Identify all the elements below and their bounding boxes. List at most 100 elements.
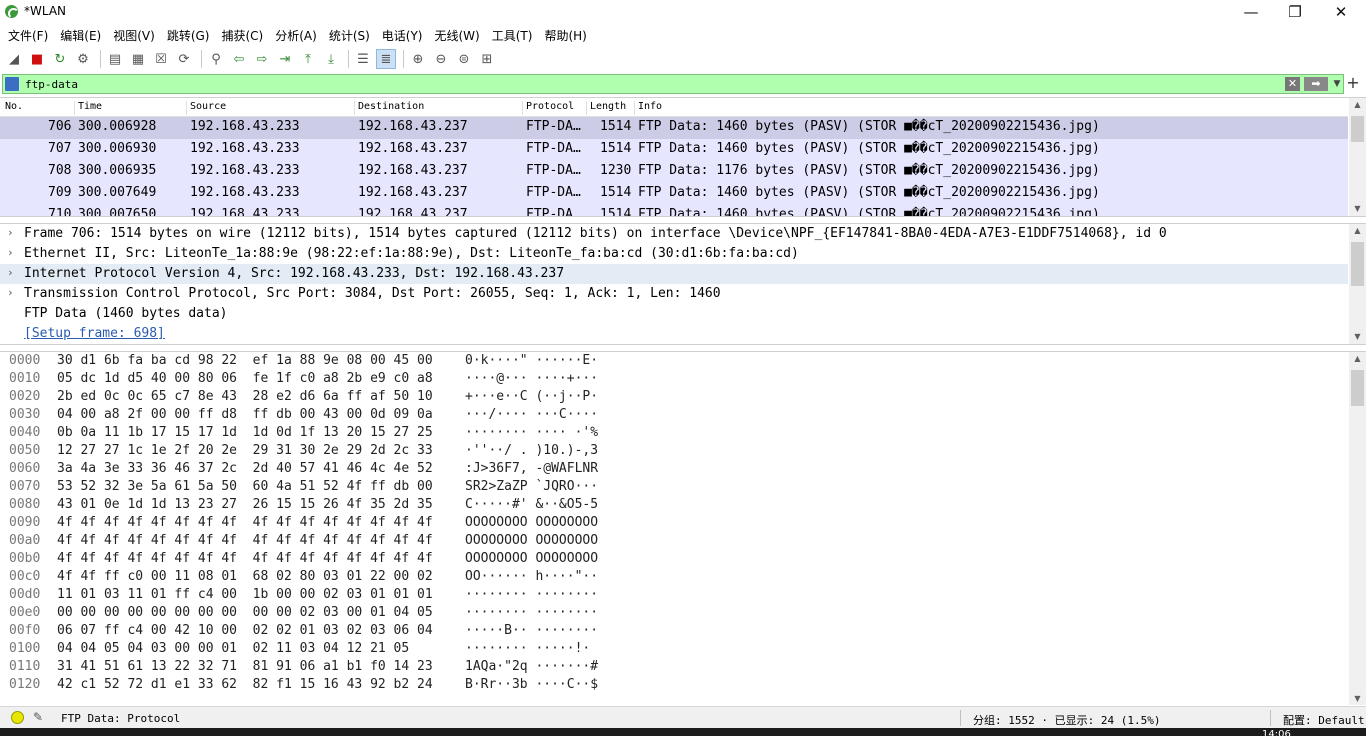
packet-row[interactable]: 710 300.007650 192.168.43.233 192.168.43.23…: [0, 205, 1348, 216]
hex-bytes[interactable]: 04 04 05 04 03 00 00 01 02 11 03 04 12 2…: [57, 641, 409, 656]
ascii-bytes[interactable]: ········ ···· ·'%: [465, 425, 598, 440]
hex-offset[interactable]: 0080: [9, 497, 40, 512]
hex-bytes[interactable]: 12 27 27 1c 1e 2f 20 2e 29 31 30 2e 29 2…: [57, 443, 433, 458]
ascii-bytes[interactable]: ········ ········: [465, 605, 598, 620]
hex-offset[interactable]: 00f0: [9, 623, 40, 638]
ascii-bytes[interactable]: +···e··C (··j··P·: [465, 389, 598, 404]
reload-icon[interactable]: ⟳: [174, 49, 194, 69]
expert-info-icon[interactable]: [11, 711, 24, 724]
expand-chevron-icon[interactable]: ›: [7, 246, 14, 259]
zoom-out-icon[interactable]: ⊖: [431, 49, 451, 69]
ascii-bytes[interactable]: ········ ·····!·: [465, 641, 590, 656]
detail-tree-row[interactable]: FTP Data (1460 bytes data): [0, 304, 1348, 324]
hex-offset[interactable]: 00b0: [9, 551, 40, 566]
maximize-button[interactable]: ❐: [1272, 0, 1318, 24]
ascii-bytes[interactable]: C·····#' &··&O5-5: [465, 497, 598, 512]
detail-tree-row[interactable]: › Transmission Control Protocol, Src Port…: [0, 284, 1348, 304]
capture-comment-icon[interactable]: ✎: [33, 710, 47, 724]
zoom-in-icon[interactable]: ⊕: [408, 49, 428, 69]
status-profile[interactable]: 配置: Default: [1283, 712, 1365, 728]
ascii-bytes[interactable]: ····@··· ····+···: [465, 371, 598, 386]
hex-offset[interactable]: 0110: [9, 659, 40, 674]
hex-bytes[interactable]: 0b 0a 11 1b 17 15 17 1d 1d 0d 1f 13 20 1…: [57, 425, 433, 440]
ascii-bytes[interactable]: 1AQa·"2q ·······#: [465, 659, 598, 674]
ascii-bytes[interactable]: B·Rr··3b ····C··$: [465, 677, 598, 692]
ascii-bytes[interactable]: ·''··/ . )10.)-,3: [465, 443, 598, 458]
packet-list-scrollbar[interactable]: ▲ ▼: [1349, 98, 1366, 216]
column-header-info[interactable]: Info: [634, 101, 662, 115]
column-header-source[interactable]: Source: [186, 101, 226, 115]
hex-bytes[interactable]: 05 dc 1d d5 40 00 80 06 fe 1f c0 a8 2b e…: [57, 371, 433, 386]
ascii-bytes[interactable]: ···/···· ···C····: [465, 407, 598, 422]
setup-frame-link[interactable]: [Setup frame: 698]: [24, 326, 165, 341]
hex-offset[interactable]: 0100: [9, 641, 40, 656]
detail-tree-row[interactable]: › Frame 706: 1514 bytes on wire (12112 bi…: [0, 224, 1348, 244]
packet-row[interactable]: 709 300.007649 192.168.43.233 192.168.43.23…: [0, 183, 1348, 205]
menu-item[interactable]: 捕获(C): [215, 27, 269, 44]
menu-item[interactable]: 分析(A): [269, 27, 323, 44]
scroll-down-icon[interactable]: ▼: [1349, 692, 1366, 705]
filter-bookmark-icon[interactable]: [5, 77, 19, 91]
hex-bytes[interactable]: 04 00 a8 2f 00 00 ff d8 ff db 00 43 00 0…: [57, 407, 433, 422]
ascii-bytes[interactable]: ·····B·· ········: [465, 623, 598, 638]
hex-offset[interactable]: 0070: [9, 479, 40, 494]
close-window-button[interactable]: ✕: [1318, 0, 1364, 24]
hex-bytes[interactable]: 2b ed 0c 0c 65 c7 8e 43 28 e2 d6 6a ff a…: [57, 389, 433, 404]
detail-tree-row[interactable]: [Setup frame: 698]: [0, 324, 1348, 344]
hex-offset[interactable]: 0010: [9, 371, 40, 386]
hex-offset[interactable]: 0020: [9, 389, 40, 404]
column-header-time[interactable]: Time: [74, 101, 102, 115]
ascii-bytes[interactable]: OO······ h····"··: [465, 569, 598, 584]
expand-chevron-icon[interactable]: ›: [7, 286, 14, 299]
add-filter-button-icon[interactable]: +: [1346, 75, 1360, 91]
ascii-bytes[interactable]: OOOOOOOO OOOOOOOO: [465, 533, 598, 548]
column-header-no[interactable]: No.: [2, 101, 23, 115]
hex-bytes[interactable]: 53 52 32 3e 5a 61 5a 50 60 4a 51 52 4f f…: [57, 479, 433, 494]
filter-history-dropdown-icon[interactable]: ▼: [1331, 77, 1343, 91]
autoscroll-icon[interactable]: ☰: [353, 49, 373, 69]
open-file-icon[interactable]: ▤: [105, 49, 125, 69]
menu-item[interactable]: 帮助(H): [538, 27, 592, 44]
scroll-thumb[interactable]: [1351, 242, 1364, 286]
menu-item[interactable]: 统计(S): [323, 27, 376, 44]
scroll-down-icon[interactable]: ▼: [1349, 330, 1366, 344]
hex-bytes[interactable]: 30 d1 6b fa ba cd 98 22 ef 1a 88 9e 08 0…: [57, 353, 433, 368]
go-back-icon[interactable]: ⇦: [229, 49, 249, 69]
colorize-icon[interactable]: ≣: [376, 49, 396, 69]
clear-filter-icon[interactable]: ✕: [1285, 77, 1300, 91]
options-gear-icon[interactable]: ⚙: [73, 49, 93, 69]
detail-tree-row[interactable]: › Internet Protocol Version 4, Src: 192.1…: [0, 264, 1348, 284]
ascii-bytes[interactable]: OOOOOOOO OOOOOOOO: [465, 515, 598, 530]
menu-item[interactable]: 工具(T): [486, 27, 539, 44]
expand-chevron-icon[interactable]: ›: [7, 266, 14, 279]
expand-chevron-icon[interactable]: ›: [7, 226, 14, 239]
packet-row[interactable]: 707 300.006930 192.168.43.233 192.168.43.23…: [0, 139, 1348, 161]
stop-icon[interactable]: ■: [27, 49, 47, 69]
hex-bytes[interactable]: 4f 4f ff c0 00 11 08 01 68 02 80 03 01 2…: [57, 569, 433, 584]
scroll-thumb[interactable]: [1351, 370, 1364, 406]
save-file-icon[interactable]: ▦: [128, 49, 148, 69]
hex-bytes[interactable]: 11 01 03 11 01 ff c4 00 1b 00 00 02 03 0…: [57, 587, 433, 602]
scroll-up-icon[interactable]: ▲: [1349, 98, 1366, 112]
scroll-up-icon[interactable]: ▲: [1349, 352, 1366, 366]
menu-item[interactable]: 无线(W): [429, 27, 486, 44]
hex-offset[interactable]: 00d0: [9, 587, 40, 602]
hex-offset[interactable]: 0120: [9, 677, 40, 692]
ascii-bytes[interactable]: 0·k····" ······E·: [465, 353, 598, 368]
menu-item[interactable]: 跳转(G): [161, 27, 216, 44]
menu-item[interactable]: 电话(Y): [376, 27, 429, 44]
go-to-packet-icon[interactable]: ⇥: [275, 49, 295, 69]
column-header-length[interactable]: Length: [586, 101, 626, 115]
bytes-scrollbar[interactable]: ▲ ▼: [1349, 352, 1366, 705]
menu-item[interactable]: 编辑(E): [54, 27, 107, 44]
hex-offset[interactable]: 00c0: [9, 569, 40, 584]
zoom-reset-icon[interactable]: ⊜: [454, 49, 474, 69]
go-forward-icon[interactable]: ⇨: [252, 49, 272, 69]
apply-filter-icon[interactable]: ➡: [1304, 77, 1328, 91]
ascii-bytes[interactable]: OOOOOOOO OOOOOOOO: [465, 551, 598, 566]
ascii-bytes[interactable]: ········ ········: [465, 587, 598, 602]
details-scrollbar[interactable]: ▲ ▼: [1349, 224, 1366, 344]
hex-offset[interactable]: 00a0: [9, 533, 40, 548]
close-file-icon[interactable]: ☒: [151, 49, 171, 69]
minimize-button[interactable]: —: [1228, 0, 1274, 24]
